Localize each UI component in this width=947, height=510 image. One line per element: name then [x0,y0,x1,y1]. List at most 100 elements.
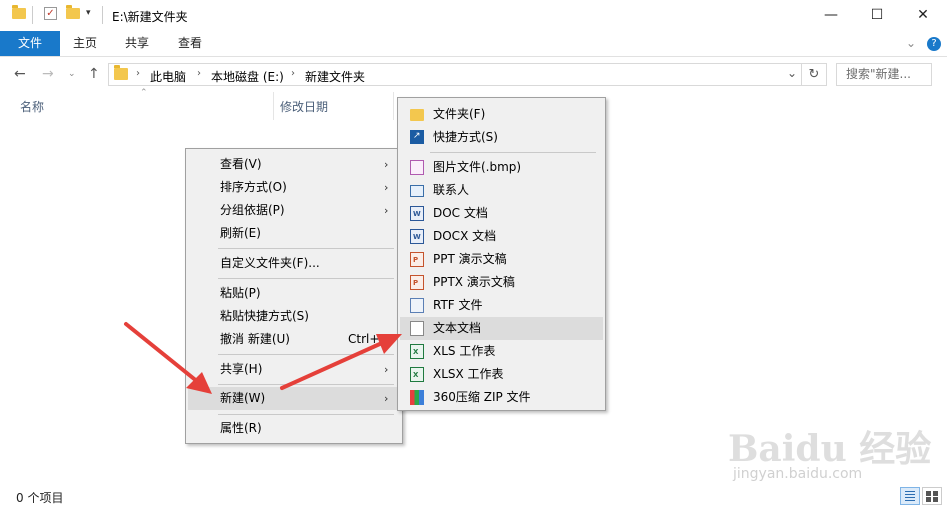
submenu-item-bmp[interactable]: 图片文件(.bmp) [400,156,603,179]
menu-item-group[interactable]: 分组依据(P) › [188,199,400,222]
submenu-item-label: 文本文档 [433,321,482,335]
tab-view[interactable]: 查看 [178,31,202,56]
folder-icon [114,65,128,80]
menu-item-label: 共享(H) [220,362,263,376]
menu-item-label: 属性(R) [220,421,262,435]
menu-item-label: 新建(W) [220,391,266,405]
properties-icon[interactable]: ✓ [44,7,57,20]
tab-home[interactable]: 主页 [73,31,97,56]
search-input[interactable]: 搜索"新建... [836,63,932,86]
context-menu: 查看(V) › 排序方式(O) › 分组依据(P) › 刷新(E) 自定义文件夹… [185,148,403,444]
chevron-right-icon: › [384,158,389,171]
menu-item-undo[interactable]: 撤消 新建(U) Ctrl+Z [188,328,400,351]
menu-item-customize-folder[interactable]: 自定义文件夹(F)... [188,252,400,275]
excel-icon: X [410,367,424,382]
watermark-logo: Baidu 经验 [728,428,932,470]
menu-item-share[interactable]: 共享(H) › [188,358,400,381]
large-icons-view-icon[interactable] [922,487,942,505]
submenu-item-ppt[interactable]: P PPT 演示文稿 [400,248,603,271]
menu-item-refresh[interactable]: 刷新(E) [188,222,400,245]
rich-text-document-icon [410,298,424,313]
menu-separator [218,248,394,249]
submenu-item-rtf[interactable]: RTF 文件 [400,294,603,317]
maximize-button[interactable]: ☐ [854,0,900,31]
submenu-item-label: 文件夹(F) [433,107,486,121]
help-icon[interactable]: ? [927,37,941,51]
details-view-icon[interactable] [900,487,920,505]
submenu-item-label: 联系人 [433,183,470,197]
menu-item-label: 查看(V) [220,157,262,171]
breadcrumb-new-folder[interactable]: 新建文件夹 [305,68,365,85]
breadcrumb-this-pc[interactable]: 此电脑 [150,68,186,85]
submenu-item-doc[interactable]: W DOC 文档 [400,202,603,225]
submenu-item-label: 快捷方式(S) [433,130,498,144]
menu-separator [218,384,394,385]
back-icon[interactable]: ← [14,66,26,82]
menu-separator [218,278,394,279]
submenu-item-label: DOC 文档 [433,206,488,220]
submenu-item-label: XLS 工作表 [433,344,496,358]
submenu-item-folder[interactable]: 文件夹(F) [400,103,603,126]
menu-separator [218,414,394,415]
submenu-item-label: RTF 文件 [433,298,483,312]
watermark-url: jingyan.baidu.com [733,466,863,482]
new-submenu: 文件夹(F) ↗ 快捷方式(S) 图片文件(.bmp) 联系人 W DOC 文档… [397,97,606,411]
menu-item-sort[interactable]: 排序方式(O) › [188,176,400,199]
submenu-item-contact[interactable]: 联系人 [400,179,603,202]
excel-icon: X [410,344,424,359]
folder-icon [410,109,424,121]
menu-separator [218,354,394,355]
word-document-icon: W [410,206,424,221]
window-title: E:\新建文件夹 [112,10,188,24]
tab-file[interactable]: 文件 [0,31,60,56]
submenu-item-xls[interactable]: X XLS 工作表 [400,340,603,363]
submenu-item-label: 360压缩 ZIP 文件 [433,390,531,404]
menu-item-view[interactable]: 查看(V) › [188,153,400,176]
submenu-item-label: DOCX 文档 [433,229,497,243]
submenu-item-pptx[interactable]: P PPTX 演示文稿 [400,271,603,294]
up-icon[interactable]: ↑ [88,66,100,82]
submenu-item-xlsx[interactable]: X XLSX 工作表 [400,363,603,386]
menu-item-label: 粘贴快捷方式(S) [220,309,309,323]
close-button[interactable]: ✕ [900,0,946,31]
menu-item-label: 分组依据(P) [220,203,285,217]
word-document-icon: W [410,229,424,244]
menu-item-label: 排序方式(O) [220,180,287,194]
expand-ribbon-icon[interactable]: ⌄ [906,31,916,56]
column-header-modified[interactable]: 修改日期 [280,98,328,116]
column-divider[interactable] [393,92,394,120]
menu-item-properties[interactable]: 属性(R) [188,417,400,440]
contact-card-icon [410,185,424,197]
divider [102,6,103,24]
submenu-item-docx[interactable]: W DOCX 文档 [400,225,603,248]
recent-locations-icon[interactable]: ⌄ [68,69,76,79]
minimize-button[interactable]: — [808,0,854,31]
customize-quick-access-icon[interactable]: ▾ [86,8,91,18]
forward-icon[interactable]: → [42,66,54,82]
submenu-item-text-document[interactable]: 文本文档 [400,317,603,340]
address-bar[interactable]: › 此电脑 › 本地磁盘 (E:) › 新建文件夹 ⌄ [108,63,802,86]
menu-item-label: 刷新(E) [220,226,261,240]
shortcut-icon: ↗ [410,130,424,144]
column-header-name[interactable]: 名称 [20,98,44,116]
submenu-item-label: PPTX 演示文稿 [433,275,515,289]
tab-share[interactable]: 共享 [125,31,149,56]
image-file-icon [410,160,424,175]
new-folder-icon[interactable] [66,5,80,19]
divider [32,6,33,24]
column-divider[interactable] [273,92,274,120]
submenu-item-shortcut[interactable]: ↗ 快捷方式(S) [400,126,603,149]
menu-separator [430,152,596,153]
menu-item-paste-shortcut[interactable]: 粘贴快捷方式(S) [188,305,400,328]
breadcrumb-separator: › [291,68,295,79]
navigation-bar: ← → ⌄ ↑ › 此电脑 › 本地磁盘 (E:) › 新建文件夹 ⌄ ↻ 搜索… [0,57,947,91]
sort-indicator-icon: ⌃ [140,88,148,98]
menu-item-new[interactable]: 新建(W) › [188,387,400,410]
submenu-item-zip[interactable]: 360压缩 ZIP 文件 [400,386,603,409]
zip-archive-icon [410,390,424,405]
address-dropdown-icon[interactable]: ⌄ [787,66,797,80]
breadcrumb-local-disk[interactable]: 本地磁盘 (E:) [211,68,284,85]
refresh-button[interactable]: ↻ [802,63,827,86]
shortcut-label: Ctrl+Z [348,332,388,346]
menu-item-paste[interactable]: 粘贴(P) [188,282,400,305]
